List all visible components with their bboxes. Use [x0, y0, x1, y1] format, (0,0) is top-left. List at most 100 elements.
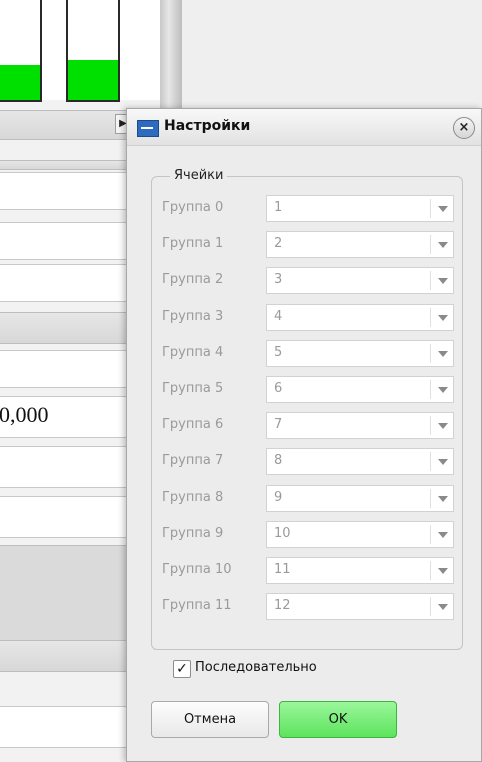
group-combobox[interactable]: 2 [266, 231, 454, 259]
combobox-separator [430, 271, 431, 291]
level-bar [66, 0, 120, 102]
group-label: Группа 0 [162, 200, 224, 215]
group-combobox[interactable]: 12 [266, 593, 454, 621]
chevron-down-icon[interactable] [438, 531, 448, 538]
group-label: Группа 9 [162, 525, 224, 541]
group-label: Группа 2 [162, 272, 224, 288]
group-combobox[interactable]: 1 [266, 195, 454, 222]
chevron-down-icon[interactable] [438, 206, 448, 212]
group-combobox-value: 4 [274, 308, 283, 324]
cancel-button[interactable]: Отмена [151, 701, 269, 738]
group-row: Группа 7 8 [162, 448, 454, 476]
empty-cell[interactable] [0, 496, 140, 538]
group-label: Группа 10 [162, 562, 232, 577]
combobox-separator [430, 452, 431, 472]
group-label: Группа 7 [162, 453, 224, 469]
empty-cell[interactable] [0, 446, 140, 488]
chevron-down-icon[interactable] [438, 568, 448, 574]
group-combobox[interactable]: 8 [266, 448, 454, 476]
group-label: Группа 6 [162, 417, 224, 433]
group-combobox-value: 11 [274, 562, 291, 577]
group-combobox[interactable]: 5 [266, 339, 454, 367]
value-cell[interactable]: 7 [0, 264, 140, 302]
background-panel [182, 0, 482, 108]
group-row: Группа 2 3 [162, 267, 454, 295]
chevron-down-icon[interactable] [438, 423, 448, 430]
combobox-separator [430, 416, 431, 436]
chevron-down-icon[interactable] [438, 278, 448, 285]
value-cell[interactable]: 20,000 [0, 396, 140, 438]
group-label: Группа 5 [162, 381, 224, 396]
group-combobox-value: 6 [274, 381, 283, 396]
empty-panel [0, 545, 140, 642]
group-label: Группа 1 [162, 236, 224, 252]
group-row: Группа 3 4 [162, 303, 454, 331]
section-header [0, 312, 140, 344]
group-row: Группа 8 9 [162, 484, 454, 512]
group-row: Группа 0 1 [162, 195, 454, 222]
group-label: Группа 3 [162, 308, 224, 324]
group-row: Группа 11 12 [162, 593, 454, 621]
group-row: Группа 4 5 [162, 339, 454, 367]
group-row: Группа 10 11 [162, 557, 454, 584]
chevron-down-icon[interactable] [438, 242, 448, 249]
empty-cell[interactable] [0, 706, 140, 748]
bar-chart-area [0, 0, 160, 102]
section-header [0, 640, 140, 672]
sequential-checkbox[interactable]: ✓ [173, 660, 191, 678]
group-combobox-value: 1 [274, 200, 283, 215]
group-combobox[interactable]: 10 [266, 520, 454, 548]
combobox-separator [430, 235, 431, 255]
group-combobox-value: 9 [274, 489, 283, 505]
group-combobox[interactable]: 3 [266, 267, 454, 295]
group-row: Группа 6 7 [162, 412, 454, 440]
group-combobox[interactable]: 11 [266, 557, 454, 584]
group-row: Группа 9 10 [162, 520, 454, 548]
close-icon[interactable]: × [453, 117, 475, 139]
chevron-down-icon[interactable] [438, 350, 448, 357]
group-combobox-value: 2 [274, 236, 283, 252]
group-row: Группа 1 2 [162, 231, 454, 259]
group-combobox-value: 10 [274, 525, 291, 541]
group-label: Группа 8 [162, 489, 224, 505]
group-combobox-value: 7 [274, 417, 283, 433]
group-combobox-value: 8 [274, 453, 283, 469]
chevron-down-icon[interactable] [438, 604, 448, 611]
level-bar-fill [0, 65, 40, 100]
settings-dialog: Настройки × Ячейки Группа 0 1 Группа 1 2 Гру… [126, 108, 482, 762]
combobox-separator [430, 488, 431, 508]
group-title: Ячейки [170, 168, 228, 183]
value-cell[interactable]: 0 [0, 222, 140, 260]
dialog-title: Настройки [164, 118, 251, 134]
level-bar-fill [68, 60, 118, 100]
combobox-separator [430, 524, 431, 544]
group-row: Группа 5 6 [162, 376, 454, 403]
cells-group: Ячейки Группа 0 1 Группа 1 2 Группа 2 3 Группа… [151, 168, 463, 650]
combobox-separator [430, 380, 431, 399]
combobox-separator [430, 307, 431, 327]
chevron-down-icon[interactable] [438, 495, 448, 502]
sequential-label[interactable]: Последовательно [195, 660, 317, 675]
chevron-down-icon[interactable] [438, 314, 448, 321]
group-combobox[interactable]: 9 [266, 484, 454, 512]
ok-button[interactable]: OK [279, 701, 397, 738]
group-combobox-value: 3 [274, 272, 283, 288]
value-cell[interactable]: 5 [0, 172, 140, 210]
chevron-down-icon[interactable] [438, 459, 448, 466]
level-bar [0, 0, 42, 102]
group-combobox-value: 12 [274, 598, 291, 614]
chevron-down-icon[interactable] [438, 387, 448, 393]
combobox-separator [430, 561, 431, 580]
group-combobox[interactable]: 7 [266, 412, 454, 440]
section-separator [0, 160, 140, 170]
combobox-separator [430, 199, 431, 218]
group-combobox-value: 5 [274, 344, 283, 360]
group-label: Группа 11 [162, 598, 232, 614]
splitter[interactable] [160, 0, 182, 110]
group-combobox[interactable]: 6 [266, 376, 454, 403]
value-cell[interactable]: 3 [0, 350, 140, 388]
group-combobox[interactable]: 4 [266, 303, 454, 331]
combobox-separator [430, 597, 431, 617]
group-label: Группа 4 [162, 344, 224, 360]
dialog-titlebar[interactable]: Настройки × [127, 109, 481, 146]
